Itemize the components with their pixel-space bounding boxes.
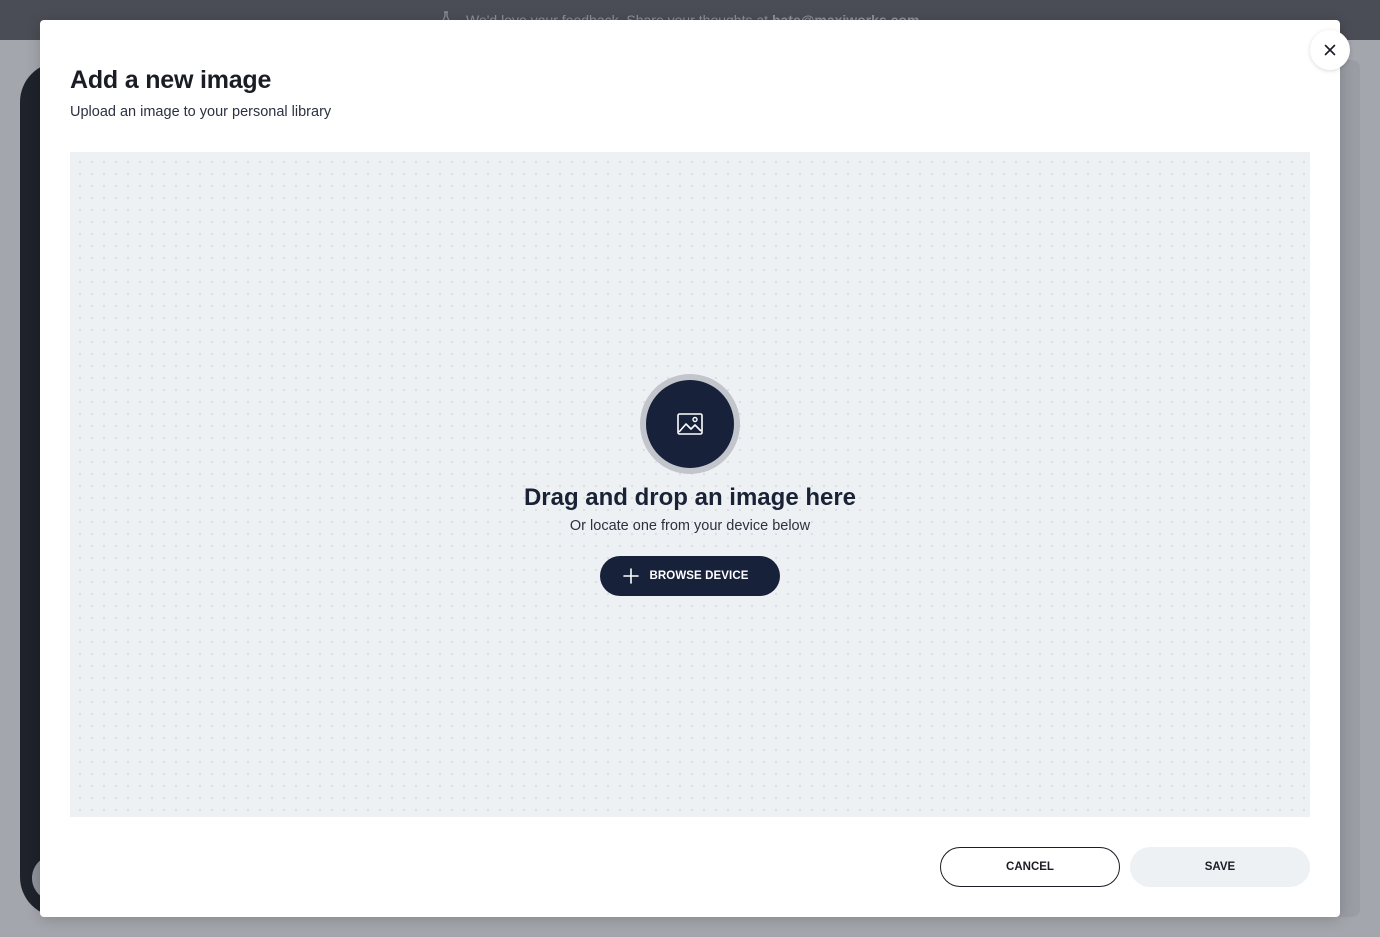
upload-icon-circle bbox=[640, 374, 740, 474]
save-label: SAVE bbox=[1204, 861, 1236, 873]
cancel-button[interactable]: CANCEL bbox=[940, 847, 1120, 887]
modal-title: Add a new image bbox=[70, 66, 272, 94]
dropzone-subtext: Or locate one from your device below bbox=[569, 518, 811, 534]
dropzone-heading: Drag and drop an image here bbox=[523, 484, 857, 511]
image-dropzone[interactable]: Drag and drop an image here Or locate on… bbox=[70, 152, 1310, 817]
browse-device-label: BROWSE DEVICE bbox=[649, 570, 749, 582]
modal-subtitle: Upload an image to your personal library bbox=[70, 104, 332, 120]
browse-device-button[interactable]: BROWSE DEVICE bbox=[600, 556, 780, 596]
close-icon bbox=[1324, 44, 1336, 56]
image-icon bbox=[677, 413, 703, 435]
close-button[interactable] bbox=[1310, 30, 1350, 70]
plus-icon bbox=[623, 568, 640, 584]
add-image-modal: Add a new image Upload an image to your … bbox=[40, 20, 1350, 917]
save-button[interactable]: SAVE bbox=[1130, 847, 1310, 887]
cancel-label: CANCEL bbox=[1006, 861, 1054, 873]
